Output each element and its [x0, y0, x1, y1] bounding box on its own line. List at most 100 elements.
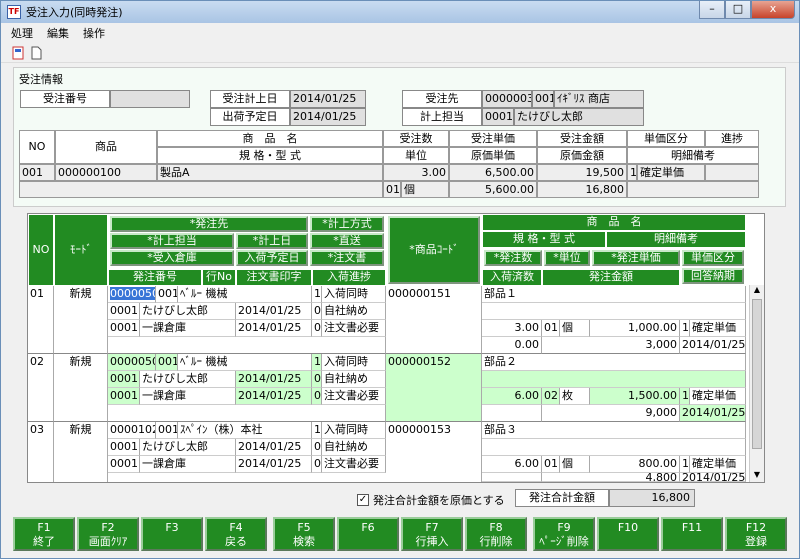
row-unit-code[interactable]: 02: [542, 388, 560, 405]
row-method-code[interactable]: 1: [312, 286, 322, 303]
ship-date-field[interactable]: 2014/01/25: [290, 108, 366, 126]
row-doc-code[interactable]: 0: [312, 388, 322, 405]
f9-button[interactable]: F9 ﾍﾟｰｼﾞ削除: [533, 517, 595, 551]
customer-branch-field[interactable]: 001: [532, 90, 554, 108]
row-price-cat-code[interactable]: 1: [680, 388, 690, 405]
reply-date-button[interactable]: 回答納期: [682, 268, 744, 284]
maximize-button[interactable]: □: [725, 1, 751, 19]
order-doc-button[interactable]: *注文書: [310, 250, 384, 266]
f12-button[interactable]: F12 登録: [725, 517, 787, 551]
staff-code-field[interactable]: 0001: [482, 108, 514, 126]
f3-button[interactable]: F3: [141, 517, 203, 551]
row-arrival-date[interactable]: 2014/01/25: [236, 456, 312, 473]
scroll-thumb[interactable]: [752, 299, 762, 449]
row-qty[interactable]: 3.00: [482, 320, 542, 337]
row-direct-code[interactable]: 0: [312, 303, 322, 320]
row-price[interactable]: 1,000.00: [590, 320, 680, 337]
row-staff-code[interactable]: 0001: [108, 371, 140, 388]
row-price[interactable]: 800.00: [590, 456, 680, 473]
order-qty-button[interactable]: *発注数: [484, 250, 542, 266]
row-wh-code[interactable]: 0001: [108, 320, 140, 337]
row-wh-code[interactable]: 0001: [108, 388, 140, 405]
row-arrived: 0.00: [482, 337, 542, 354]
staff-button[interactable]: *計上担当: [110, 233, 234, 249]
f5-button[interactable]: F5 検索: [273, 517, 335, 551]
order-no-selected[interactable]: 0000050: [110, 287, 155, 300]
row-method-code[interactable]: 1: [312, 354, 322, 371]
new-doc-icon[interactable]: [29, 46, 43, 60]
recorded-date-button[interactable]: *計上日: [236, 233, 308, 249]
row-arrival-date[interactable]: 2014/01/25: [236, 388, 312, 405]
row-direct: 自社納め: [322, 439, 386, 456]
cost-checkbox-row[interactable]: ✓ 発注合計金額を原価とする: [357, 492, 505, 508]
row-date[interactable]: 2014/01/25: [236, 371, 312, 388]
f8-button[interactable]: F8 行削除: [465, 517, 527, 551]
row-branch[interactable]: 001: [156, 422, 178, 439]
minimize-button[interactable]: –: [699, 1, 725, 19]
scroll-up-icon[interactable]: ▲: [750, 285, 764, 297]
row-spec-note[interactable]: [482, 439, 746, 456]
row-spec-note[interactable]: [482, 303, 746, 320]
row-wh-code[interactable]: 0001: [108, 456, 140, 473]
f10-key: F10: [617, 521, 639, 534]
col-cost-amount: 原価金額: [537, 147, 627, 164]
row-date[interactable]: 2014/01/25: [236, 303, 312, 320]
row-product-code[interactable]: 000000151: [386, 286, 482, 354]
cost-checkbox[interactable]: ✓: [357, 494, 369, 506]
order-price-button[interactable]: *発注単価: [592, 250, 680, 266]
direct-ship-button[interactable]: *直送: [310, 233, 384, 249]
warehouse-button[interactable]: *受入倉庫: [110, 250, 234, 266]
row-price-cat-code[interactable]: 1: [680, 456, 690, 473]
row-order-no[interactable]: 0000102: [108, 422, 156, 439]
f10-button[interactable]: F10: [597, 517, 659, 551]
menu-process[interactable]: 処理: [11, 25, 33, 41]
row-qty[interactable]: 6.00: [482, 388, 542, 405]
row-spec-note[interactable]: [482, 371, 746, 388]
f1-button[interactable]: F1 終了: [13, 517, 75, 551]
row-direct-code[interactable]: 0: [312, 371, 322, 388]
row-branch[interactable]: 001: [156, 286, 178, 303]
f4-button[interactable]: F4 戻る: [205, 517, 267, 551]
f11-button[interactable]: F11: [661, 517, 723, 551]
menu-edit[interactable]: 編集: [47, 25, 69, 41]
row-order-no[interactable]: 0000050: [108, 354, 156, 371]
row-arrival-date[interactable]: 2014/01/25: [236, 320, 312, 337]
row-reply-date[interactable]: 2014/01/25: [680, 473, 746, 482]
row-reply-date[interactable]: 2014/01/25: [680, 405, 746, 422]
row-product-code[interactable]: 000000153: [386, 422, 482, 482]
customer-code-field[interactable]: 0000003: [482, 90, 532, 108]
grid-scrollbar[interactable]: ▲ ▼: [749, 285, 764, 482]
unit-button[interactable]: *単位: [544, 250, 590, 266]
row-product-code[interactable]: 000000152: [386, 354, 482, 422]
row-reply-date[interactable]: 2014/01/25: [680, 337, 746, 354]
product-code-button[interactable]: *商品ｺｰﾄﾞ: [388, 216, 480, 284]
arrival-date-button[interactable]: 入荷予定日: [236, 250, 308, 266]
close-button[interactable]: x: [751, 1, 795, 19]
row-price-cat-code[interactable]: 1: [680, 320, 690, 337]
row-date[interactable]: 2014/01/25: [236, 439, 312, 456]
row-qty[interactable]: 6.00: [482, 456, 542, 473]
row-price[interactable]: 1,500.00: [590, 388, 680, 405]
row-doc-code[interactable]: 0: [312, 456, 322, 473]
row-method-code[interactable]: 1: [312, 422, 322, 439]
close-doc-icon[interactable]: [11, 46, 25, 60]
menu-operation[interactable]: 操作: [83, 25, 105, 41]
row-doc-code[interactable]: 0: [312, 320, 322, 337]
row-direct-code[interactable]: 0: [312, 439, 322, 456]
row-order-no[interactable]: 0000050: [108, 286, 156, 303]
recorded-method-button[interactable]: *計上方式: [310, 216, 384, 232]
f4-label: 戻る: [225, 535, 247, 548]
order-no-field[interactable]: [110, 90, 190, 108]
row-unit-code[interactable]: 01: [542, 320, 560, 337]
recorded-date-field[interactable]: 2014/01/25: [290, 90, 366, 108]
supplier-button[interactable]: *発注先: [110, 216, 308, 232]
row-unit-code[interactable]: 01: [542, 456, 560, 473]
scroll-down-icon[interactable]: ▼: [750, 470, 764, 482]
row-branch[interactable]: 001: [156, 354, 178, 371]
row-staff-code[interactable]: 0001: [108, 303, 140, 320]
f7-button[interactable]: F7 行挿入: [401, 517, 463, 551]
f6-button[interactable]: F6: [337, 517, 399, 551]
price-cat-button[interactable]: 単価区分: [682, 250, 744, 266]
row-staff-code[interactable]: 0001: [108, 439, 140, 456]
f2-button[interactable]: F2 画面ｸﾘｱ: [77, 517, 139, 551]
